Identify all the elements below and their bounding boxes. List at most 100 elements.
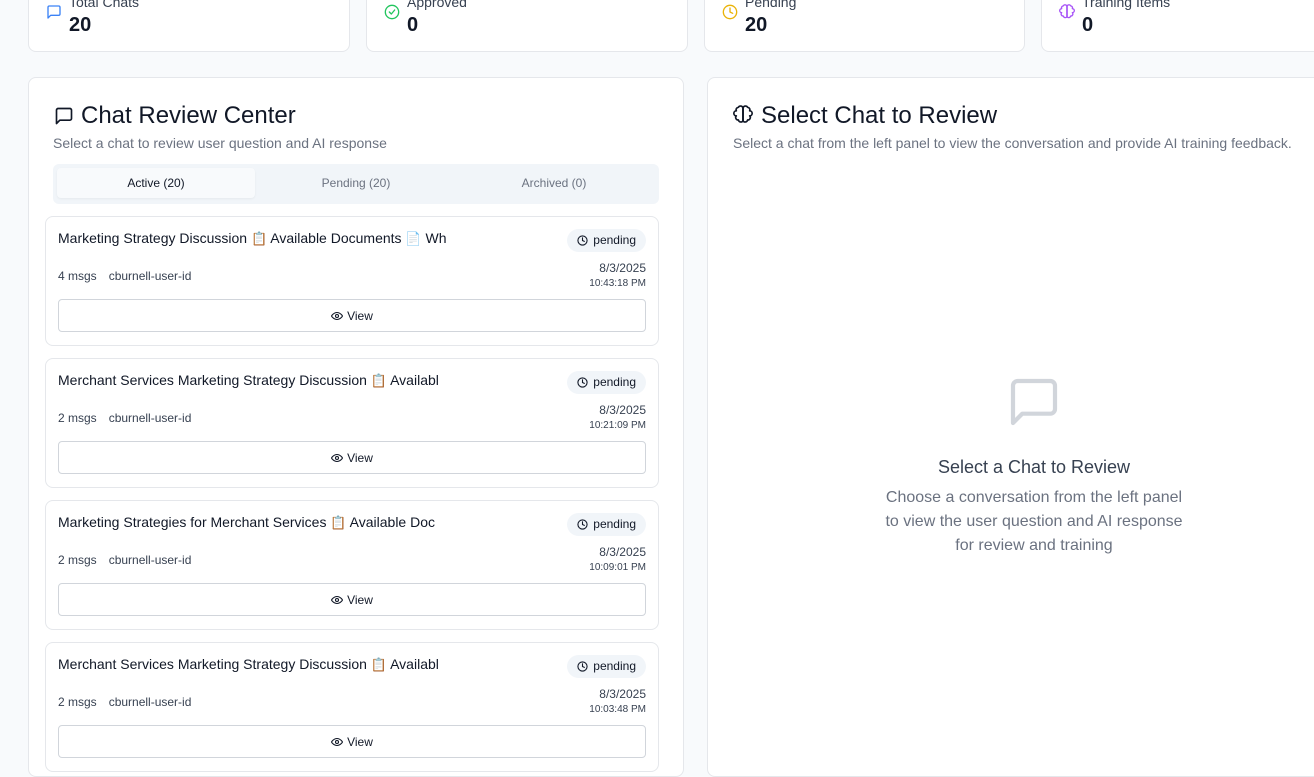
- status-text: pending: [593, 233, 636, 247]
- chat-title-text: Available Documents: [267, 230, 406, 246]
- empty-state-title: Select a Chat to Review: [937, 457, 1131, 477]
- chat-date: 8/3/2025: [599, 687, 646, 701]
- eye-icon: [331, 311, 344, 320]
- user-id: cburnell-user-id: [108, 553, 192, 567]
- stat-value: 20: [69, 14, 92, 36]
- chat-title: Marketing Strategies for Merchant Servic…: [58, 513, 435, 532]
- stat-label: Pending: [745, 0, 797, 10]
- chat-date: 8/3/2025: [599, 545, 646, 559]
- stat-card-total-chats: Total Chats 20: [28, 0, 350, 52]
- chat-timestamp: 8/3/2025 10:09:01 PM: [589, 545, 646, 575]
- view-button-label: View: [347, 308, 373, 323]
- view-button[interactable]: View: [58, 725, 646, 758]
- panel-title: Chat Review Center: [81, 102, 296, 129]
- chat-time: 10:43:18 PM: [589, 278, 646, 289]
- chat-list-item[interactable]: Marketing Strategy Discussion 📋 Availabl…: [45, 216, 659, 346]
- clock-icon: [577, 661, 588, 672]
- message-count: 2 msgs: [58, 553, 97, 567]
- chat-meta: 2 msgs cburnell-user-id: [58, 694, 191, 710]
- stat-label: Approved: [407, 0, 467, 10]
- panel-subtitle: Select a chat to review user question an…: [53, 135, 387, 151]
- stat-label: Training Items: [1082, 0, 1171, 10]
- status-text: pending: [593, 375, 636, 389]
- eye-icon: [331, 595, 344, 604]
- status-badge: pending: [567, 655, 646, 678]
- chat-list-item[interactable]: Merchant Services Marketing Strategy Dis…: [45, 358, 659, 488]
- chat-timestamp: 8/3/2025 10:43:18 PM: [589, 261, 646, 291]
- user-id: cburnell-user-id: [108, 695, 192, 709]
- clock-icon: [577, 235, 588, 246]
- chat-date: 8/3/2025: [599, 403, 646, 417]
- chat-title-text: Marketing Strategy Discussion: [58, 230, 251, 246]
- view-button[interactable]: View: [58, 299, 646, 332]
- clipboard-icon: 📋: [370, 657, 387, 672]
- check-circle-icon: [384, 4, 400, 20]
- chat-title-text: Available Doc: [346, 514, 435, 530]
- status-badge: pending: [567, 513, 646, 536]
- chat-title-text: Marketing Strategies for Merchant Servic…: [58, 514, 331, 530]
- stat-card-training-items: Training Items 0: [1041, 0, 1314, 52]
- message-square-icon: [1010, 378, 1058, 426]
- stat-label: Total Chats: [69, 0, 140, 10]
- view-button-label: View: [347, 592, 373, 607]
- chat-date: 8/3/2025: [599, 261, 646, 275]
- clock-icon: [722, 4, 738, 20]
- clipboard-icon: 📋: [250, 231, 268, 246]
- message-count: 2 msgs: [58, 695, 97, 709]
- message-count: 2 msgs: [58, 411, 97, 425]
- message-square-icon: [47, 5, 61, 19]
- chat-detail-panel: Select Chat to Review Select a chat from…: [707, 77, 1314, 777]
- view-button[interactable]: View: [58, 583, 646, 616]
- chat-title: Merchant Services Marketing Strategy Dis…: [58, 371, 439, 390]
- chat-meta: 2 msgs cburnell-user-id: [58, 552, 191, 568]
- document-icon: 📄: [405, 231, 422, 246]
- message-count: 4 msgs: [58, 269, 97, 283]
- view-button-label: View: [347, 450, 373, 465]
- chat-meta: 2 msgs cburnell-user-id: [58, 410, 191, 426]
- stat-value: 0: [1082, 14, 1094, 36]
- tab-active[interactable]: Active (20): [57, 168, 255, 198]
- chat-time: 10:09:01 PM: [589, 562, 646, 573]
- tab-archived[interactable]: Archived (0): [455, 168, 653, 198]
- chat-title: Merchant Services Marketing Strategy Dis…: [58, 655, 439, 674]
- empty-state-description: Choose a conversation from the left pane…: [885, 489, 1183, 554]
- view-button[interactable]: View: [58, 441, 646, 474]
- chat-title-text: Merchant Services Marketing Strategy Dis…: [58, 372, 371, 388]
- chat-title-text: Availabl: [386, 372, 439, 388]
- stat-card-approved: Approved 0: [366, 0, 688, 52]
- chat-status-tabs: Active (20) Pending (20) Archived (0): [53, 164, 659, 204]
- chat-meta: 4 msgs cburnell-user-id: [58, 268, 191, 284]
- view-button-label: View: [347, 734, 373, 749]
- chat-list-item[interactable]: Marketing Strategies for Merchant Servic…: [45, 500, 659, 630]
- status-text: pending: [593, 517, 636, 531]
- panel-subtitle: Select a chat from the left panel to vie…: [733, 135, 1292, 151]
- message-square-icon: [55, 107, 73, 125]
- clipboard-icon: 📋: [330, 515, 347, 530]
- chat-list-item[interactable]: Merchant Services Marketing Strategy Dis…: [45, 642, 659, 772]
- panel-title: Select Chat to Review: [761, 102, 998, 129]
- chat-review-center-panel: Chat Review Center Select a chat to revi…: [28, 77, 684, 777]
- tab-pending[interactable]: Pending (20): [257, 168, 455, 198]
- chat-time: 10:03:48 PM: [589, 704, 646, 715]
- clipboard-icon: 📋: [370, 373, 387, 388]
- stat-value: 0: [407, 14, 419, 36]
- status-badge: pending: [567, 371, 646, 394]
- user-id: cburnell-user-id: [108, 269, 192, 283]
- clock-icon: [577, 377, 588, 388]
- eye-icon: [331, 737, 344, 746]
- chat-title: Marketing Strategy Discussion 📋 Availabl…: [58, 229, 447, 248]
- brain-icon: [1059, 4, 1075, 19]
- user-id: cburnell-user-id: [108, 411, 192, 425]
- chat-title-text: Wh: [421, 230, 447, 246]
- status-badge: pending: [567, 229, 646, 252]
- clock-icon: [577, 519, 588, 530]
- stat-value: 20: [745, 14, 768, 36]
- status-text: pending: [593, 659, 636, 673]
- chat-timestamp: 8/3/2025 10:03:48 PM: [589, 687, 646, 717]
- stat-card-pending: Pending 20: [704, 0, 1025, 52]
- chat-title-text: Availabl: [386, 656, 439, 672]
- chat-timestamp: 8/3/2025 10:21:09 PM: [589, 403, 646, 433]
- eye-icon: [331, 453, 344, 462]
- brain-icon: [733, 105, 753, 123]
- chat-title-text: Merchant Services Marketing Strategy Dis…: [58, 656, 371, 672]
